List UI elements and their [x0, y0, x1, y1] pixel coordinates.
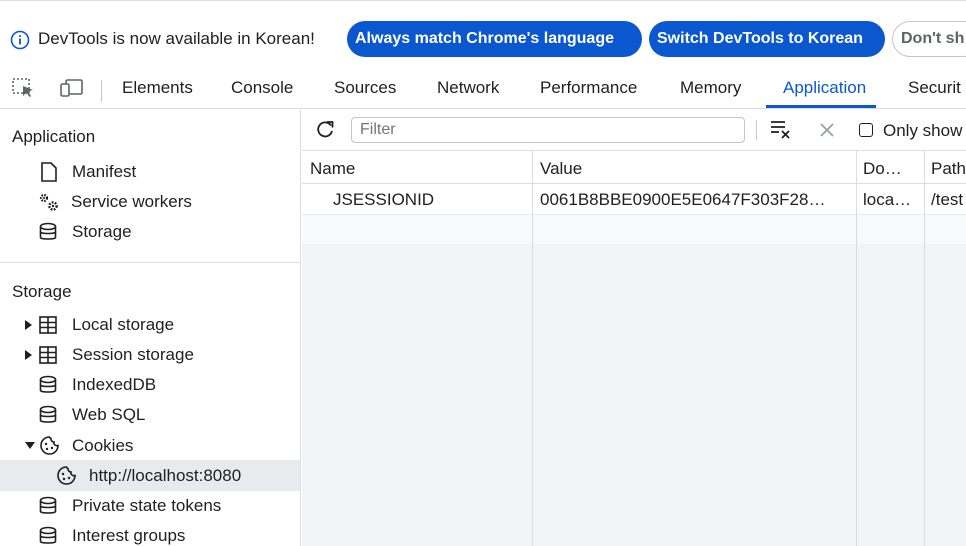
clear-all-icon[interactable] — [770, 119, 792, 139]
column-divider[interactable] — [856, 151, 857, 546]
sidebar-item-storage[interactable]: Storage — [38, 222, 132, 242]
collapse-arrow-icon[interactable] — [24, 441, 36, 451]
device-toolbar-icon[interactable] — [60, 77, 84, 99]
cookie-icon — [40, 436, 59, 455]
storage-section-header: Storage — [12, 282, 72, 301]
tab-security[interactable]: Securit — [908, 78, 961, 98]
sidebar-item-service-workers[interactable]: Service workers — [38, 192, 192, 212]
cookie-value-cell: 0061B8BBE0900E5E0647F303F28… — [540, 190, 826, 209]
cookie-path-cell: /test — [931, 190, 964, 209]
tab-application[interactable]: Application — [783, 78, 866, 98]
database-icon — [39, 405, 57, 423]
column-header-path[interactable]: Path — [931, 159, 966, 179]
toolbar-divider — [756, 120, 757, 140]
tab-sources[interactable]: Sources — [334, 78, 396, 98]
refresh-icon[interactable] — [314, 119, 336, 141]
cookie-icon — [57, 466, 76, 485]
only-show-checkbox[interactable] — [859, 123, 873, 137]
sidebar-item-web-sql[interactable]: Web SQL — [38, 405, 145, 425]
column-divider[interactable] — [924, 151, 925, 546]
delete-selected-icon[interactable] — [818, 121, 836, 139]
gears-icon — [39, 193, 58, 211]
database-icon — [39, 526, 57, 544]
sidebar-divider — [0, 262, 300, 263]
switch-to-korean-button[interactable]: Switch DevTools to Korean — [649, 21, 885, 57]
application-section-header: Application — [12, 127, 96, 146]
only-show-label: Only show — [883, 121, 963, 140]
infobar-message: DevTools is now available in Korean! — [38, 29, 315, 48]
table-icon — [39, 346, 57, 364]
active-tab-indicator — [766, 105, 876, 108]
info-icon — [10, 30, 30, 50]
database-icon — [39, 375, 57, 393]
sidebar-item-private-state-tokens[interactable]: Private state tokens — [38, 496, 221, 516]
tab-network[interactable]: Network — [437, 78, 499, 98]
column-header-name[interactable]: Name — [310, 159, 355, 179]
expand-arrow-icon[interactable] — [24, 319, 34, 331]
sidebar-item-indexeddb[interactable]: IndexedDB — [38, 375, 156, 395]
inspect-element-icon[interactable] — [12, 77, 36, 99]
column-header-value[interactable]: Value — [540, 159, 582, 179]
sidebar-item-manifest[interactable]: Manifest — [40, 162, 136, 182]
devtools-tabbar: Elements Console Sources Network Perform… — [0, 64, 966, 109]
cookie-name-cell: JSESSIONID — [333, 190, 435, 209]
sidebar-item-session-storage[interactable]: Session storage — [24, 345, 194, 365]
document-icon — [41, 162, 57, 182]
tab-elements[interactable]: Elements — [122, 78, 193, 98]
database-icon — [39, 496, 57, 514]
cookie-domain-cell: loca… — [863, 190, 912, 209]
sidebar-item-interest-groups[interactable]: Interest groups — [38, 526, 185, 546]
dont-show-again-button[interactable]: Don't sh — [892, 21, 966, 57]
toolbar-divider — [101, 80, 102, 102]
column-divider[interactable] — [532, 151, 533, 546]
filter-input[interactable] — [351, 117, 745, 143]
table-icon — [39, 316, 57, 334]
sidebar-item-local-storage[interactable]: Local storage — [24, 315, 174, 335]
sidebar-item-cookies[interactable]: Cookies — [24, 435, 133, 456]
column-header-domain[interactable]: Do… — [863, 159, 902, 179]
tab-console[interactable]: Console — [231, 78, 293, 98]
language-infobar: DevTools is now available in Korean! Alw… — [0, 0, 966, 64]
tab-memory[interactable]: Memory — [680, 78, 741, 98]
sidebar-item-cookie-origin[interactable]: http://localhost:8080 — [56, 465, 241, 486]
tab-performance[interactable]: Performance — [540, 78, 637, 98]
empty-table-row — [302, 215, 966, 244]
database-icon — [39, 222, 57, 240]
expand-arrow-icon[interactable] — [24, 349, 34, 361]
always-match-language-button[interactable]: Always match Chrome's language — [347, 21, 642, 57]
